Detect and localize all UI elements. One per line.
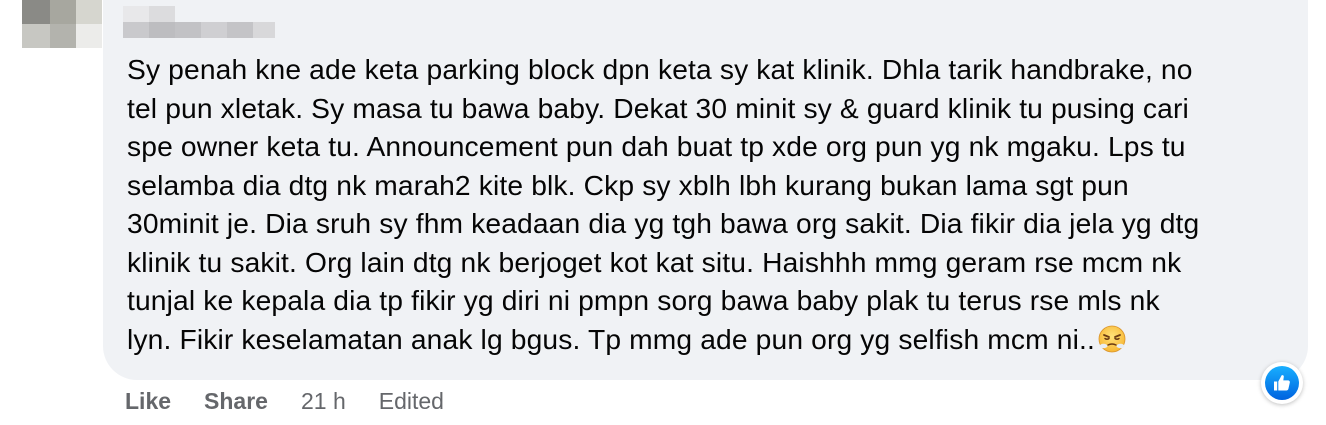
timestamp-link[interactable]: 21 h	[301, 388, 346, 415]
author-name[interactable]	[123, 6, 275, 48]
comment-bubble: Sy penah kne ade keta parking block dpn …	[103, 0, 1308, 380]
share-button[interactable]: Share	[204, 388, 268, 415]
like-button[interactable]: Like	[125, 388, 171, 415]
comment-body: Sy penah kne ade keta parking block dpn …	[127, 53, 1200, 355]
edited-label[interactable]: Edited	[379, 388, 444, 415]
thumbs-up-icon	[1265, 366, 1299, 400]
huffing-face-emoji	[1097, 324, 1127, 354]
comment-text: Sy penah kne ade keta parking block dpn …	[127, 50, 1287, 358]
like-reaction-icon[interactable]	[1261, 362, 1303, 404]
comment-actions: Like Share 21 h Edited	[125, 386, 444, 416]
avatar[interactable]	[22, 0, 102, 48]
